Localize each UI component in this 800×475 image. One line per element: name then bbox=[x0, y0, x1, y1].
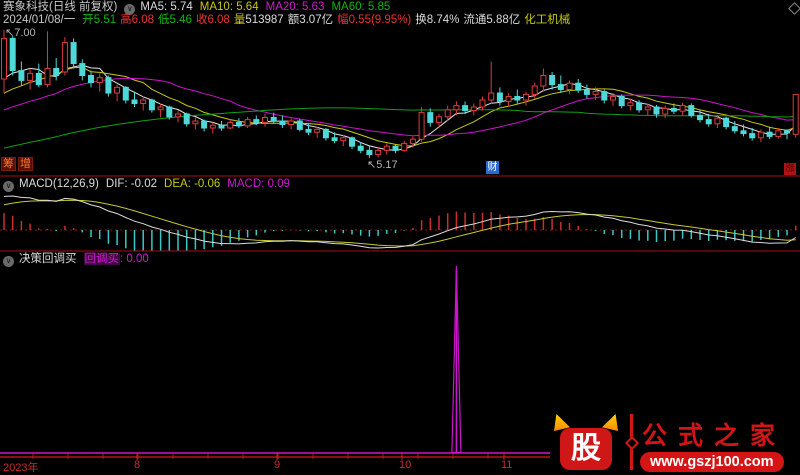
collapse-macd-icon[interactable]: ∨ bbox=[3, 181, 14, 192]
low-arrow-icon: ↖ bbox=[367, 159, 377, 171]
low-label: 低 bbox=[158, 14, 170, 26]
volume-label: 量 bbox=[233, 14, 246, 26]
dif-value: DIF: -0.02 bbox=[105, 178, 158, 190]
dea-value: DEA: -0.06 bbox=[164, 178, 221, 190]
macd-value: MACD: 0.09 bbox=[227, 178, 290, 190]
collapse-signal-icon[interactable]: ∨ bbox=[3, 256, 14, 267]
high-arrow-icon: ↖ bbox=[5, 27, 15, 39]
ma5-value: MA5: 5.74 bbox=[140, 1, 193, 13]
float-value: 5.88亿 bbox=[486, 14, 521, 26]
signal-panel-header: ∨ 决策回调买 回调买: 0.00 bbox=[3, 253, 149, 267]
axis-month-label: 10 bbox=[399, 459, 412, 471]
chip-increase-badge: 筹增 bbox=[1, 157, 33, 171]
logo-site-name: 公式之家 bbox=[642, 422, 787, 450]
macd-panel[interactable] bbox=[0, 195, 800, 252]
close-value: 6.08 bbox=[207, 14, 230, 26]
stock-title: 赛象科技(日线 前复权) bbox=[3, 1, 118, 13]
ma20-value: MA20: 5.63 bbox=[265, 1, 325, 13]
industry-link[interactable]: 化工机械 bbox=[524, 14, 570, 26]
change-value: 0.55(9.95%) bbox=[348, 14, 412, 26]
amount-value: 3.07亿 bbox=[299, 14, 334, 26]
float-label: 流通 bbox=[463, 14, 487, 26]
trade-date: 2024/01/08/一 bbox=[3, 14, 76, 26]
gu-character-badge: 股 bbox=[560, 428, 612, 470]
high-label: 高 bbox=[120, 14, 132, 26]
signal-value: : 0.00 bbox=[120, 253, 149, 265]
amount-label: 额 bbox=[287, 14, 300, 26]
axis-year-label: 2023年 bbox=[3, 462, 39, 474]
ma60-value: MA60: 5.85 bbox=[331, 1, 391, 13]
gszj-watermark-logo: 股 公式之家 www.gszj100.com bbox=[550, 408, 800, 475]
signal-badge: 回调买 bbox=[83, 253, 120, 265]
header-line-2: 2024/01/08/一 开5.51 高6.08 低5.46 收6.08 量513987 额… bbox=[3, 14, 570, 27]
low-value: 5.46 bbox=[169, 14, 192, 26]
open-value: 5.51 bbox=[93, 14, 117, 26]
volume-value: 513987 bbox=[245, 14, 284, 26]
candlestick-panel[interactable] bbox=[0, 30, 800, 177]
high-price-marker: ↖7.00 bbox=[5, 27, 36, 39]
axis-month-label: 9 bbox=[274, 459, 281, 471]
limit-up-badge[interactable]: 涨 bbox=[784, 163, 796, 175]
chart-canvas[interactable] bbox=[0, 0, 800, 475]
macd-formula: MACD(12,26,9) bbox=[19, 178, 99, 190]
logo-site-url: www.gszj100.com bbox=[640, 452, 784, 472]
axis-month-label: 8 bbox=[134, 459, 141, 471]
turnover-value: 8.74% bbox=[426, 14, 460, 26]
close-label: 收 bbox=[195, 14, 208, 26]
header-line-1: 赛象科技(日线 前复权) ∨ MA5: 5.74 MA10: 5.64 MA20: 5.… bbox=[3, 1, 397, 15]
open-label: 开 bbox=[82, 14, 94, 26]
macd-header: ∨ MACD(12,26,9) DIF: -0.02 DEA: -0.06 MACD: … bbox=[3, 178, 297, 192]
high-value: 6.08 bbox=[131, 14, 155, 26]
logo-diamond-icon bbox=[624, 435, 640, 451]
news-marker-badge[interactable]: 财 bbox=[486, 161, 499, 174]
stock-app-window: { "header": { "title": "赛象科技(日线 前复权)", "… bbox=[0, 0, 800, 475]
axis-month-label: 11 bbox=[501, 459, 513, 471]
turnover-label: 换 bbox=[415, 14, 427, 26]
signal-title: 决策回调买 bbox=[19, 253, 77, 265]
ma10-value: MA10: 5.64 bbox=[199, 1, 259, 13]
change-label: 幅 bbox=[337, 14, 349, 26]
low-price-marker: ↖5.17 bbox=[367, 159, 398, 171]
